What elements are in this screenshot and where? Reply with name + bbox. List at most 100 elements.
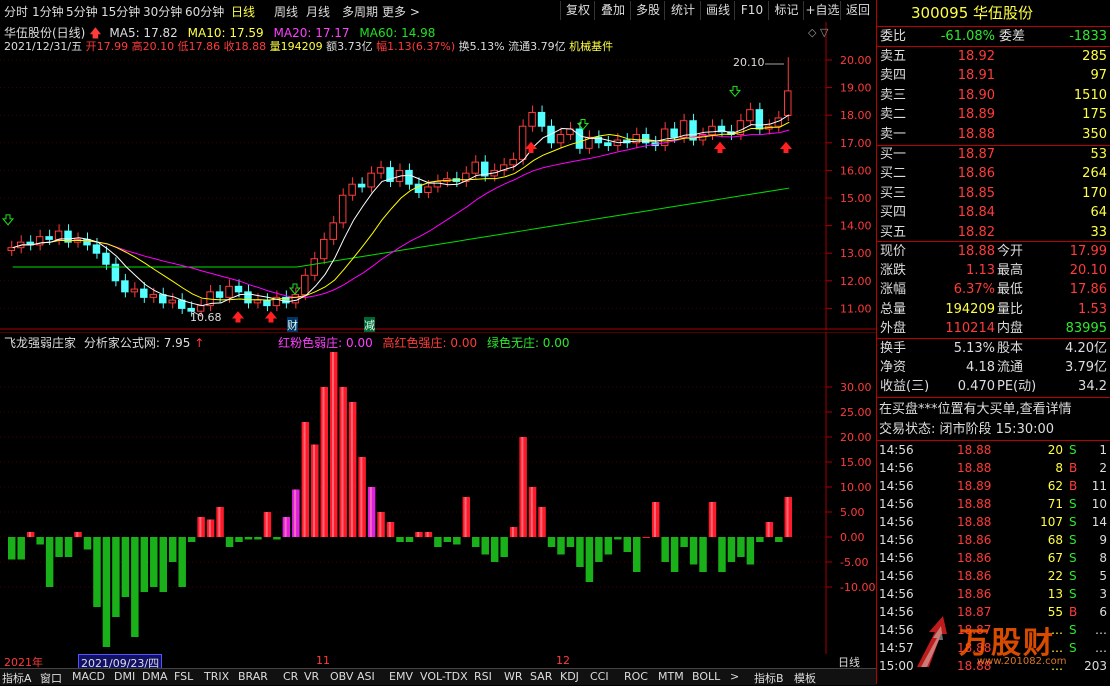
tick-price: 18.86 [957,533,992,547]
tick-time: 14:56 [879,551,914,565]
period-tab-9[interactable]: 多周期 [342,3,378,20]
info-sector[interactable]: 机械基件 [569,40,613,53]
toolbar-button-3[interactable]: 统计 [664,1,701,20]
period-tab-1[interactable]: 1分钟 [32,3,64,20]
indicator-bar [112,537,120,617]
candle-body [244,291,252,304]
finance-note-icon[interactable]: 财 [287,317,298,333]
indicator-bar [36,537,44,545]
period-tab-8[interactable]: 月线 [306,3,330,20]
indicator-y-tick: 5.00 [840,506,865,519]
indicator-tab-20[interactable]: MTM [658,670,684,683]
indicator-pane[interactable]: 30.00 25.00 20.00 15.00 10.00 5.00 0.00 -5.00 -1… [0,331,876,654]
toolbar-button-0[interactable]: 复权 [560,1,595,20]
candle-body [518,125,527,160]
period-tab-3[interactable]: 15分钟 [101,3,140,20]
indicator-bar [434,537,442,547]
tick-row[interactable]: 14:56 18.88 107 S 14 [877,513,1110,531]
toolbar-button-1[interactable]: 叠加 [594,1,631,20]
indicator-tab-11[interactable]: ASI [357,670,375,683]
candle-body [329,222,337,240]
bid-price: 18.86 [957,166,995,182]
weibi-row: 委比 -61.08% 委差 -1833 [877,28,1110,46]
tick-row[interactable]: 14:56 18.86 67 S 8 [877,549,1110,567]
tick-row[interactable]: 14:56 18.88 71 S 10 [877,495,1110,513]
indicator-tab-15[interactable]: WR [504,670,523,683]
tick-row[interactable]: 14:56 18.88 8 B 2 [877,459,1110,477]
period-tab-0[interactable]: 分时 [4,3,28,20]
toolbar-button-8[interactable]: 返回 [840,1,875,20]
indicator-tab-2[interactable]: MACD [72,670,105,683]
indicator-bar [64,537,73,557]
indicator-bar-highlight [521,437,524,537]
tick-row[interactable]: 14:56 18.86 68 S 9 [877,531,1110,549]
kline-y-tick: 13.00 [840,247,872,260]
indicator-bar [500,537,508,557]
indicator-name[interactable]: 飞龙强弱庄家 [4,336,76,350]
toolbar-button-5[interactable]: F10 [734,1,769,20]
indicator-tab-6[interactable]: TRIX [204,670,229,683]
tick-row[interactable]: 14:56 18.88 20 S 1 [877,441,1110,459]
tick-volume: 22 [1047,569,1063,583]
indicator-bar [680,537,688,547]
indicator-y-tick: -10.00 [840,581,875,594]
notice-text[interactable]: 在买盘***位置有大买单,查看详情 [879,401,1072,419]
indicator-tab-21[interactable]: BOLL [692,670,720,683]
high-price-label: 20.10 [733,56,765,69]
period-tab-6[interactable]: 日线 [231,3,255,20]
stock-header: 300095 华伍股份 [877,4,1110,22]
tick-side: S [1069,551,1077,565]
indicator-tab-7[interactable]: BRAR [238,670,268,683]
bid-price: 18.85 [957,185,995,201]
reduce-note-icon[interactable]: 减 [364,317,375,333]
big-order-notice[interactable]: 在买盘***位置有大买单,查看详情 [877,401,1110,419]
indicator-bar [244,537,253,540]
indicator-bar [396,537,404,542]
toolbar-button-4[interactable]: 画线 [700,1,735,20]
period-tab-10[interactable]: 更多 > [382,3,420,20]
indicator-bar [481,537,489,555]
indicator-bar [45,537,54,587]
indicator-bar-highlight [313,444,316,537]
indicator-bar [55,537,63,557]
indicator-tab-19[interactable]: ROC [624,670,648,683]
indicator-bar [547,537,556,547]
candle-body [604,142,612,147]
indicator-bar [557,537,565,555]
kline-pane[interactable]: 20.00 19.00 18.00 17.00 16.00 15.00 14.00 13.00… [0,22,876,333]
toolbar-button-7[interactable]: +自选 [803,1,841,20]
indicator-tab-12[interactable]: EMV [389,670,413,683]
fundamental-row-1: 净资 4.18 流通 3.79亿 [877,359,1110,377]
toolbar-button-2[interactable]: 多股 [630,1,665,20]
ask-row-3: 卖二 18.89 175 [877,106,1110,124]
indicator-tab-3[interactable]: DMI [114,670,135,683]
fund-label: 流通 [997,360,1024,375]
period-tab-7[interactable]: 周线 [274,3,298,20]
indicator-chart[interactable]: 30.00 25.00 20.00 15.00 10.00 5.00 0.00 -5.00 -1… [0,331,876,654]
indicator-tab-10[interactable]: OBV [330,670,353,683]
indicator-tab-17[interactable]: KDJ [560,670,579,683]
tick-row[interactable]: 14:56 18.86 22 S 5 [877,567,1110,585]
kline-y-tick: 18.00 [840,109,872,122]
period-tab-2[interactable]: 5分钟 [66,3,98,20]
period-tab-5[interactable]: 60分钟 [185,3,224,20]
indicator-tab-5[interactable]: FSL [174,670,193,683]
indicator-tab-8[interactable]: CR [283,670,298,683]
toolbar-button-6[interactable]: 标记 [768,1,804,20]
indicator-bar [737,537,745,557]
period-tab-4[interactable]: 30分钟 [143,3,182,20]
status-text: 交易状态: 闭市阶段 15:30:00 [879,422,1055,437]
indicator-bar-highlight [379,512,382,537]
tick-row[interactable]: 14:56 18.86 13 S 3 [877,585,1110,603]
pane-menu-icon[interactable]: ◇ ▽ [808,26,828,39]
indicator-tab-14[interactable]: RSI [474,670,492,683]
indicator-tab-16[interactable]: SAR [530,670,552,683]
indicator-tab-22[interactable]: > [730,670,739,683]
indicator-tab-13[interactable]: VOL-TDX [420,670,468,683]
candle-body [357,183,366,188]
candle-body [376,167,385,174]
indicator-tab-9[interactable]: VR [304,670,319,683]
tick-row[interactable]: 14:56 18.89 62 B 11 [877,477,1110,495]
indicator-tab-4[interactable]: DMA [142,670,168,683]
indicator-tab-18[interactable]: CCI [590,670,609,683]
